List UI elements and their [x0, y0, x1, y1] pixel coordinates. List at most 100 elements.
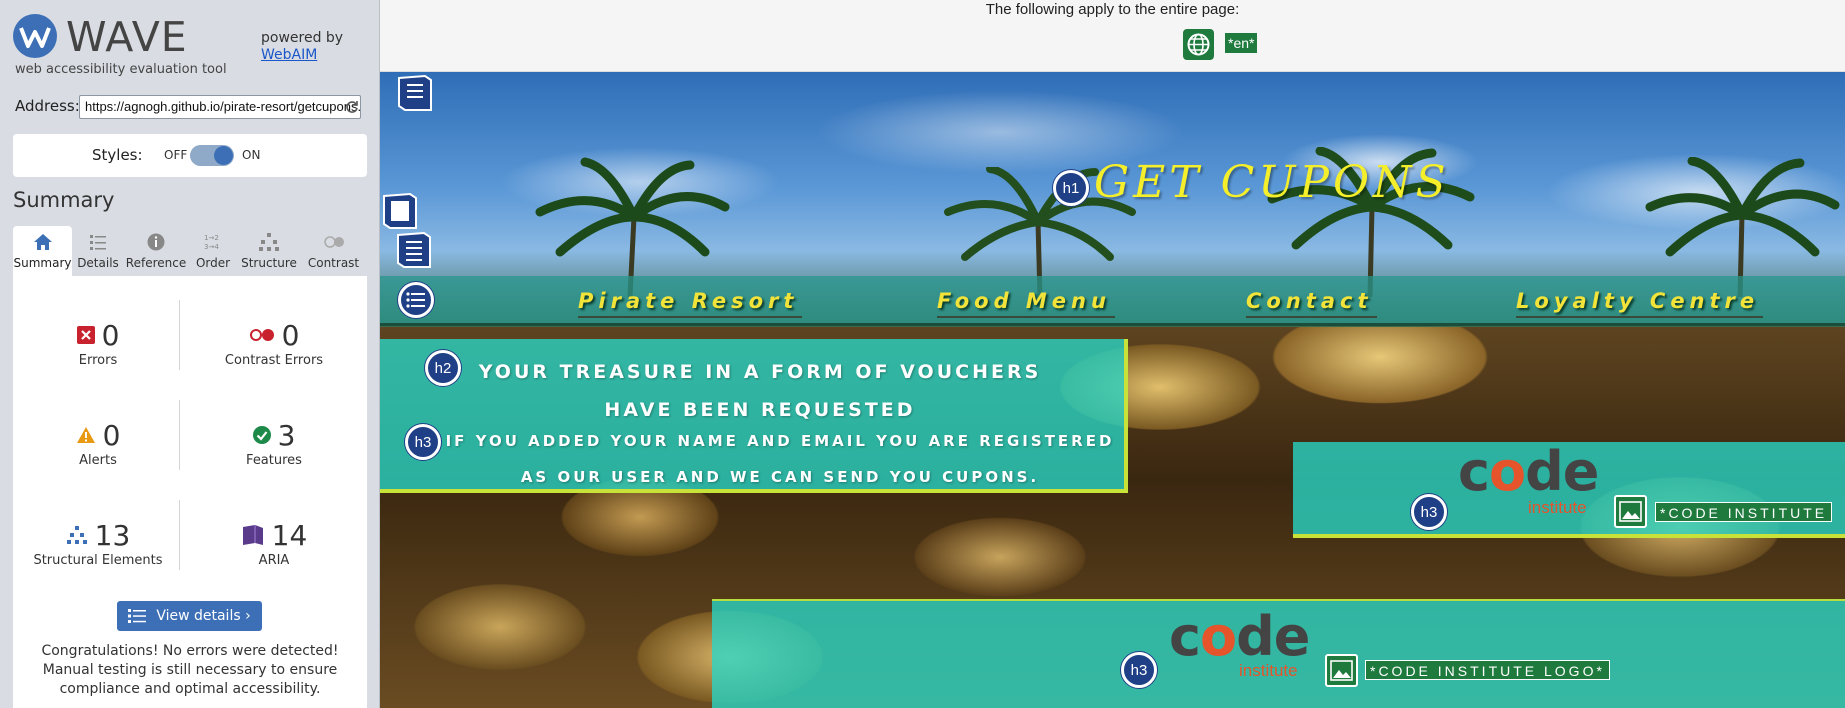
tab-structure[interactable]: Structure [238, 226, 300, 276]
tab-contrast[interactable]: Contrast [300, 226, 367, 276]
main-navigation: Pirate Resort Food Menu Contact Loyalty … [380, 276, 1845, 326]
contrast-icon [323, 236, 344, 248]
reload-icon[interactable] [345, 100, 359, 114]
structural-count: 13 [94, 518, 131, 552]
tab-details[interactable]: Details [72, 226, 124, 276]
image-alt-text-badge: *CODE INSTITUTE LOGO* [1365, 660, 1610, 680]
toggle-knob [214, 146, 233, 165]
svg-text:3→4: 3→4 [204, 243, 219, 251]
stat-alerts[interactable]: 0 Alerts [13, 418, 183, 468]
image-alt-icon[interactable] [1614, 495, 1647, 528]
image-alt-icon[interactable] [1325, 654, 1358, 687]
h3-heading-icon[interactable]: h3 [1411, 494, 1447, 530]
list-icon [128, 609, 147, 623]
stat-features[interactable]: 3 Features [189, 418, 359, 469]
tab-reference[interactable]: Reference [124, 226, 188, 276]
stat-aria[interactable]: 14 ARIA [189, 518, 359, 568]
language-badge: *en* [1225, 33, 1258, 53]
alerts-label: Alerts [79, 453, 117, 468]
svg-text:1→2: 1→2 [204, 234, 219, 242]
contrast-errors-count: 0 [281, 318, 300, 352]
voucher-heading: YOUR TREASURE IN A FORM OF VOUCHERS HAVE… [478, 361, 1042, 421]
wave-tabs: Summary Details Reference 1→2 3→4 Order S… [13, 226, 367, 276]
aria-count: 14 [271, 518, 308, 552]
styles-on-label: ON [242, 148, 261, 162]
aria-region-icon[interactable] [382, 192, 418, 230]
error-icon [76, 326, 95, 344]
tab-label: Reference [125, 256, 187, 270]
features-count: 3 [277, 418, 296, 452]
errors-label: Errors [78, 353, 118, 368]
aria-icon [242, 525, 263, 545]
errors-count: 0 [101, 318, 120, 352]
wave-tagline: web accessibility evaluation tool [15, 62, 227, 77]
address-bar: Address: https://agnogh.github.io/pirate… [15, 95, 365, 119]
tab-label: Summary [13, 256, 72, 270]
tab-order[interactable]: 1→2 3→4 Order [188, 226, 238, 276]
summary-panel: 0 Errors 0 Contrast Errors 0 Alerts 3 Fe… [13, 276, 367, 708]
h1-heading-icon[interactable]: h1 [1053, 170, 1089, 206]
address-label: Address: [15, 97, 80, 115]
congrats-message: Congratulations! No errors were detected… [41, 643, 339, 697]
summary-title: Summary [13, 188, 115, 212]
code-institute-box: code institute [1293, 440, 1845, 538]
view-details-button[interactable]: View details › [117, 601, 262, 631]
alerts-count: 0 [102, 418, 121, 452]
aria-label: ARIA [258, 553, 290, 568]
styles-toggle-box: Styles: OFF ON [13, 134, 367, 177]
list-icon [90, 235, 106, 250]
styles-off-label: OFF [164, 148, 188, 162]
code-institute-logo: code [1169, 605, 1310, 668]
contrast-error-icon [249, 329, 274, 341]
webaim-link[interactable]: WebAIM [261, 47, 343, 64]
code-institute-logo: code [1458, 440, 1599, 503]
tab-label: Details [77, 256, 119, 270]
list-structure-icon[interactable] [398, 282, 434, 318]
tab-label: Structure [241, 256, 297, 270]
view-details-label: View details › [156, 608, 251, 624]
order-icon: 1→23→4 [204, 234, 219, 251]
code-institute-logo-sub: institute [1239, 661, 1298, 680]
styles-toggle[interactable] [190, 145, 234, 166]
features-label: Features [246, 453, 302, 468]
alert-icon [76, 427, 95, 443]
powered-by-label: powered by [261, 30, 344, 46]
page-note-text: The following apply to the entire page: [985, 1, 1240, 18]
structure-icon [259, 233, 279, 251]
h3-heading-icon[interactable]: h3 [1121, 652, 1157, 688]
tab-label: Order [195, 256, 231, 270]
nav-link-pirate-resort[interactable]: Pirate Resort [578, 289, 803, 318]
styles-label: Styles: [92, 146, 143, 164]
info-icon [147, 233, 165, 251]
image-alt-text-badge: *CODE INSTITUTE [1655, 502, 1833, 522]
tab-label: Contrast [307, 256, 360, 270]
page-title: GET CUPONS [1094, 157, 1450, 208]
code-institute-box: code institute [712, 599, 1845, 708]
wave-logo-text: WAVE [66, 13, 188, 61]
stat-contrast-errors[interactable]: 0 Contrast Errors [189, 318, 359, 369]
page-preview: The following apply to the entire page: … [380, 0, 1845, 708]
address-input[interactable]: https://agnogh.github.io/pirate-resort/g… [79, 95, 361, 119]
language-globe-icon[interactable] [1183, 29, 1214, 60]
nav-link-loyalty-centre[interactable]: Loyalty Centre [1516, 289, 1764, 318]
wave-sidebar: WAVE web accessibility evaluation tool p… [0, 0, 380, 708]
page-level-notice: The following apply to the entire page: … [380, 0, 1845, 72]
aria-region-icon[interactable] [397, 74, 433, 112]
stat-errors[interactable]: 0 Errors [13, 318, 183, 368]
h3-heading-icon[interactable]: h3 [405, 424, 441, 460]
voucher-message-box: YOUR TREASURE IN A FORM OF VOUCHERS HAVE… [380, 339, 1128, 493]
h2-heading-icon[interactable]: h2 [425, 350, 461, 386]
nav-link-food-menu[interactable]: Food Menu [937, 289, 1115, 318]
home-icon [33, 234, 52, 250]
aria-region-icon[interactable] [396, 231, 432, 269]
nav-link-contact[interactable]: Contact [1246, 289, 1376, 318]
wave-header: WAVE web accessibility evaluation tool p… [0, 0, 380, 82]
powered-by: powered by WebAIM [261, 30, 343, 64]
code-institute-logo-sub: institute [1528, 498, 1587, 517]
wave-logo-icon [13, 14, 57, 58]
voucher-subheading: IF YOU ADDED YOUR NAME AND EMAIL YOU ARE… [445, 432, 1115, 486]
structural-label: Structural Elements [33, 553, 163, 568]
contrast-errors-label: Contrast Errors [224, 353, 324, 368]
stat-structural[interactable]: 13 Structural Elements [13, 518, 183, 569]
tab-summary[interactable]: Summary [13, 226, 72, 276]
